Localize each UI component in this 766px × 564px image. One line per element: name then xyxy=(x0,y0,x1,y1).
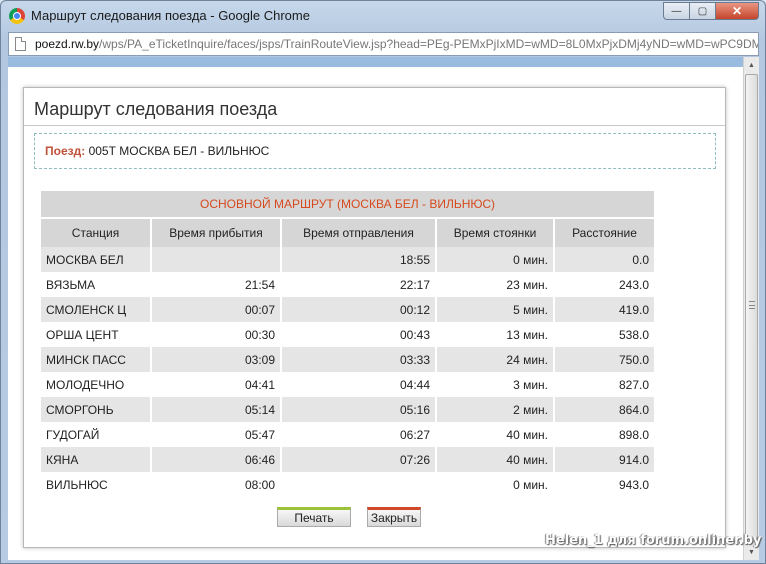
close-window-button[interactable]: ✕ xyxy=(715,2,759,20)
cell-distance: 914.0 xyxy=(553,447,654,472)
cell-stop-duration: 23 мин. xyxy=(435,272,554,297)
col-arrival: Время прибытия xyxy=(150,217,281,247)
cell-distance: 898.0 xyxy=(553,422,654,447)
cell-departure: 00:12 xyxy=(280,297,436,322)
train-label: Поезд: xyxy=(45,144,86,158)
table-row: МОЛОДЕЧНО 04:41 04:44 3 мин. 827.0 xyxy=(41,372,654,397)
cell-stop-duration: 40 мин. xyxy=(435,422,554,447)
chrome-logo-icon xyxy=(9,8,25,24)
cell-departure: 06:27 xyxy=(280,422,436,447)
cell-stop-duration: 5 мин. xyxy=(435,297,554,322)
cell-station: МИНСК ПАСС xyxy=(41,347,151,372)
cell-arrival: 06:46 xyxy=(150,447,281,472)
cell-stop-duration: 24 мин. xyxy=(435,347,554,372)
cell-station: СМОРГОНЬ xyxy=(41,397,151,422)
table-row: МОСКВА БЕЛ 18:55 0 мин. 0.0 xyxy=(41,247,654,272)
cell-stop-duration: 0 мин. xyxy=(435,472,554,497)
url-host: poezd.rw.by xyxy=(35,37,100,51)
cell-departure: 03:33 xyxy=(280,347,436,372)
title-bar: Маршрут следования поезда - Google Chrom… xyxy=(1,1,765,31)
cell-arrival xyxy=(150,247,281,272)
cell-departure: 07:26 xyxy=(280,447,436,472)
table-row: КЯНА 06:46 07:26 40 мин. 914.0 xyxy=(41,447,654,472)
route-dialog: Маршрут следования поезда Поезд: 005Т МО… xyxy=(23,87,726,548)
scroll-thumb[interactable] xyxy=(745,74,758,542)
cell-station: ОРША ЦЕНТ xyxy=(41,322,151,347)
cell-stop-duration: 2 мин. xyxy=(435,397,554,422)
scroll-up-icon[interactable]: ▲ xyxy=(744,57,759,73)
window-title: Маршрут следования поезда - Google Chrom… xyxy=(31,8,310,23)
table-row: СМОРГОНЬ 05:14 05:16 2 мин. 864.0 xyxy=(41,397,654,422)
cell-stop-duration: 3 мин. xyxy=(435,372,554,397)
cell-distance: 538.0 xyxy=(553,322,654,347)
page-icon xyxy=(15,37,26,51)
col-stop-duration: Время стоянки xyxy=(435,217,554,247)
cell-station: ВИЛЬНЮС xyxy=(41,472,151,497)
col-distance: Расстояние xyxy=(553,217,654,247)
cell-distance: 827.0 xyxy=(553,372,654,397)
print-button[interactable]: Печать xyxy=(277,507,351,527)
cell-distance: 419.0 xyxy=(553,297,654,322)
route-table: ОСНОВНОЙ МАРШРУТ (МОСКВА БЕЛ - ВИЛЬНЮС) … xyxy=(41,191,654,497)
url-path: /wps/PA_eTicketInquire/faces/jsps/TrainR… xyxy=(99,37,759,51)
grip-icon xyxy=(749,301,755,309)
table-row: ВИЛЬНЮС 08:00 0 мин. 943.0 xyxy=(41,472,654,497)
close-button[interactable]: Закрыть xyxy=(367,507,421,527)
col-departure: Время отправления xyxy=(280,217,436,247)
cell-distance: 864.0 xyxy=(553,397,654,422)
cell-departure: 00:43 xyxy=(280,322,436,347)
cell-stop-duration: 40 мин. xyxy=(435,447,554,472)
cell-departure: 05:16 xyxy=(280,397,436,422)
cell-arrival: 05:47 xyxy=(150,422,281,447)
maximize-button[interactable]: ▢ xyxy=(689,2,716,20)
cell-station: МОЛОДЕЧНО xyxy=(41,372,151,397)
table-row: ОРША ЦЕНТ 00:30 00:43 13 мин. 538.0 xyxy=(41,322,654,347)
cell-station: ГУДОГАЙ xyxy=(41,422,151,447)
table-row: ВЯЗЬМА 21:54 22:17 23 мин. 243.0 xyxy=(41,272,654,297)
cell-arrival: 04:41 xyxy=(150,372,281,397)
cell-station: СМОЛЕНСК Ц xyxy=(41,297,151,322)
cell-distance: 243.0 xyxy=(553,272,654,297)
dialog-title: Маршрут следования поезда xyxy=(34,99,278,119)
cell-departure: 22:17 xyxy=(280,272,436,297)
cell-arrival: 00:30 xyxy=(150,322,281,347)
vertical-scrollbar[interactable]: ▲ ▼ xyxy=(743,57,759,560)
cell-arrival: 08:00 xyxy=(150,472,281,497)
table-row: МИНСК ПАСС 03:09 03:33 24 мин. 750.0 xyxy=(41,347,654,372)
train-value: 005Т МОСКВА БЕЛ - ВИЛЬНЮС xyxy=(88,144,270,158)
watermark: Helen_1 для forum.onliner.by xyxy=(545,533,762,548)
url-text[interactable]: poezd.rw.by/wps/PA_eTicketInquire/faces/… xyxy=(35,37,759,51)
train-info: Поезд: 005Т МОСКВА БЕЛ - ВИЛЬНЮС xyxy=(34,133,716,169)
cell-distance: 750.0 xyxy=(553,347,654,372)
cell-departure: 04:44 xyxy=(280,372,436,397)
table-row: ГУДОГАЙ 05:47 06:27 40 мин. 898.0 xyxy=(41,422,654,447)
cell-distance: 0.0 xyxy=(553,247,654,272)
cell-stop-duration: 0 мин. xyxy=(435,247,554,272)
cell-station: МОСКВА БЕЛ xyxy=(41,247,151,272)
cell-distance: 943.0 xyxy=(553,472,654,497)
cell-arrival: 03:09 xyxy=(150,347,281,372)
window-controls: — ▢ ✕ xyxy=(663,2,759,20)
cell-departure: 18:55 xyxy=(280,247,436,272)
cell-station: КЯНА xyxy=(41,447,151,472)
cell-station: ВЯЗЬМА xyxy=(41,272,151,297)
cell-stop-duration: 13 мин. xyxy=(435,322,554,347)
route-caption: ОСНОВНОЙ МАРШРУТ (МОСКВА БЕЛ - ВИЛЬНЮС) xyxy=(41,191,654,218)
cell-arrival: 05:14 xyxy=(150,397,281,422)
cell-arrival: 21:54 xyxy=(150,272,281,297)
address-bar[interactable]: poezd.rw.by/wps/PA_eTicketInquire/faces/… xyxy=(8,32,759,56)
table-row: СМОЛЕНСК Ц 00:07 00:12 5 мин. 419.0 xyxy=(41,297,654,322)
divider xyxy=(24,125,725,126)
route-rows: МОСКВА БЕЛ 18:55 0 мин. 0.0 ВЯЗЬМА 21:54 22:17… xyxy=(41,247,654,497)
col-station: Станция xyxy=(41,217,151,247)
minimize-button[interactable]: — xyxy=(663,2,690,20)
cell-departure xyxy=(280,472,436,497)
cell-arrival: 00:07 xyxy=(150,297,281,322)
